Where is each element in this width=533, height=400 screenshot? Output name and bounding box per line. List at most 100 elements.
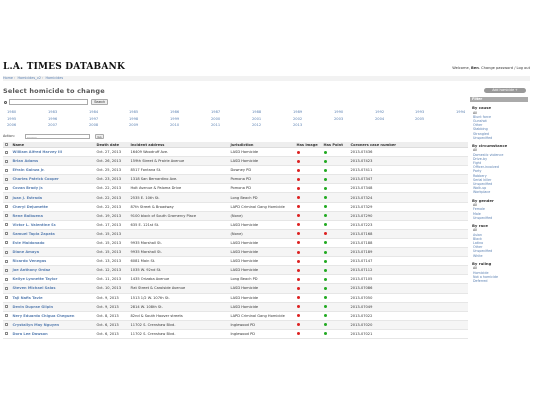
year-link[interactable]: 1986 <box>170 110 179 114</box>
row-checkbox[interactable] <box>4 150 8 154</box>
row-select[interactable] <box>3 311 11 321</box>
year-link[interactable]: 1990 <box>334 110 343 114</box>
row-select[interactable] <box>3 320 11 330</box>
year-link[interactable]: 1983 <box>48 110 57 114</box>
row-select[interactable] <box>3 202 11 212</box>
victim-name-link[interactable]: Nery Eduardo Chigua Cheguen <box>11 311 95 321</box>
year-link[interactable]: 2001 <box>252 117 261 121</box>
table-row[interactable]: William Alfred Harvey III Oct. 27, 2013 16… <box>3 147 468 158</box>
year-link[interactable]: 1997 <box>89 117 98 121</box>
year-link[interactable]: 2000 <box>211 117 220 121</box>
table-row[interactable]: Rene Balbuena Oct. 19, 2013 9100 block of … <box>3 211 468 221</box>
row-select[interactable] <box>3 156 11 167</box>
table-row[interactable]: Juan J. Estrada Oct. 22, 2013 2535 E. 10th… <box>3 192 468 203</box>
row-select[interactable] <box>3 302 11 312</box>
row-select[interactable] <box>3 211 11 221</box>
row-checkbox[interactable] <box>4 286 8 290</box>
year-link[interactable]: 1999 <box>170 117 179 121</box>
year-link[interactable]: 2012 <box>252 123 261 127</box>
table-row[interactable]: Cheryl Dejumette Oct. 22, 2013 87th Street… <box>3 202 468 212</box>
row-checkbox[interactable] <box>4 250 8 254</box>
row-checkbox[interactable] <box>4 159 8 163</box>
row-checkbox[interactable] <box>4 214 8 218</box>
year-link[interactable]: 1993 <box>415 110 424 114</box>
victim-name-link[interactable]: Rene Balbuena <box>11 211 95 221</box>
victim-name-link[interactable]: Brian Adams <box>11 156 95 167</box>
search-input[interactable] <box>9 99 88 105</box>
action-select[interactable]: --------- <box>25 134 90 139</box>
year-link[interactable]: 2003 <box>334 117 343 121</box>
table-row[interactable]: Ricardo Venegas Oct. 13, 2013 6081 Main St… <box>3 256 468 267</box>
table-row[interactable]: Charles Patrick Cooper Oct. 23, 2013 1318 … <box>3 174 468 185</box>
row-select[interactable] <box>3 247 11 258</box>
table-row[interactable]: Kellye Lynnette Taylor Oct. 11, 2013 1435 … <box>3 274 468 285</box>
victim-name-link[interactable]: Victor L. Valentine Sr. <box>11 220 95 230</box>
victim-name-link[interactable]: Cheryl Dejumette <box>11 202 95 212</box>
row-select[interactable] <box>3 183 11 194</box>
table-row[interactable]: Samuel Tapia Zapata Oct. 15, 2013 (None) 20… <box>3 229 468 239</box>
year-link[interactable]: 2011 <box>211 123 220 127</box>
year-link[interactable]: 2005 <box>415 117 424 121</box>
row-checkbox[interactable] <box>4 277 8 281</box>
year-link[interactable]: 1985 <box>129 110 138 114</box>
victim-name-link[interactable]: Joe Anthony Ordaz <box>11 265 95 276</box>
table-row[interactable]: Brian Adams Oct. 26, 2013 159th Street & P… <box>3 156 468 167</box>
filter-option[interactable]: Unspecified <box>473 216 528 220</box>
row-checkbox[interactable] <box>4 268 8 272</box>
table-row[interactable]: Steven Michael Salas Oct. 10, 2013 Fiat St… <box>3 283 468 294</box>
year-link[interactable]: 2004 <box>375 117 384 121</box>
add-homicide-button[interactable]: Add homicide + <box>484 88 526 93</box>
row-checkbox[interactable] <box>4 223 8 227</box>
year-link[interactable]: 2009 <box>129 123 138 127</box>
row-checkbox[interactable] <box>4 241 8 245</box>
victim-name-link[interactable]: Diane Amaya <box>11 247 95 258</box>
row-select[interactable] <box>3 293 11 303</box>
victim-name-link[interactable]: Dora Lee Dawson <box>11 329 95 339</box>
table-row[interactable]: Dora Lee Dawson Oct. 6, 2013 11702 S. Cren… <box>3 329 468 339</box>
table-row[interactable]: Covan Brady Jr. Oct. 22, 2013 Holt Avenue … <box>3 183 468 194</box>
victim-name-link[interactable]: Efrain Gainza Jr. <box>11 165 95 176</box>
year-link[interactable]: 1980 <box>7 110 16 114</box>
victim-name-link[interactable]: Kellye Lynnette Taylor <box>11 274 95 285</box>
table-row[interactable]: Nery Eduardo Chigua Cheguen Oct. 8, 2013 8… <box>3 311 468 321</box>
row-checkbox[interactable] <box>4 296 8 300</box>
row-select[interactable] <box>3 165 11 176</box>
table-row[interactable]: Taji Nafis Tavie Oct. 9, 2013 1513 1/2 W. … <box>3 293 468 303</box>
row-checkbox[interactable] <box>4 314 8 318</box>
search-button[interactable]: Search <box>91 99 108 105</box>
year-link[interactable]: 1998 <box>129 117 138 121</box>
breadcrumb-home[interactable]: Home <box>3 76 13 80</box>
filter-option[interactable]: Workplace <box>473 190 528 194</box>
row-select[interactable] <box>3 274 11 285</box>
year-link[interactable]: 2007 <box>48 123 57 127</box>
row-select[interactable] <box>3 147 11 158</box>
year-link[interactable]: 1994 <box>456 110 465 114</box>
year-link[interactable]: 1987 <box>211 110 220 114</box>
year-link[interactable]: 1992 <box>375 110 384 114</box>
row-checkbox[interactable] <box>4 259 8 263</box>
table-row[interactable]: Efrain Gainza Jr. Oct. 25, 2013 8517 Fonta… <box>3 165 468 176</box>
table-row[interactable]: Victor L. Valentine Sr. Oct. 17, 2013 635 … <box>3 220 468 230</box>
victim-name-link[interactable]: Steven Michael Salas <box>11 283 95 294</box>
filter-option[interactable]: White <box>473 254 528 258</box>
year-link[interactable]: 2006 <box>7 123 16 127</box>
row-checkbox[interactable] <box>4 332 8 336</box>
row-checkbox[interactable] <box>4 232 8 236</box>
row-select[interactable] <box>3 256 11 267</box>
select-all-checkbox[interactable] <box>4 143 8 146</box>
row-select[interactable] <box>3 265 11 276</box>
row-checkbox[interactable] <box>4 168 8 172</box>
databank-logo[interactable]: L.A. TIMES DATABANK <box>3 62 125 72</box>
row-select[interactable] <box>3 238 11 249</box>
breadcrumb-app[interactable]: Homicides_v2 <box>17 76 41 80</box>
filter-option[interactable]: Unspecified <box>473 136 528 140</box>
year-link[interactable]: 1995 <box>7 117 16 121</box>
row-select[interactable] <box>3 220 11 230</box>
row-checkbox[interactable] <box>4 196 8 200</box>
table-row[interactable]: Devin Duprae Gilpin Oct. 9, 2013 2814 W. 1… <box>3 302 468 312</box>
row-select[interactable] <box>3 329 11 339</box>
year-link[interactable]: 1996 <box>48 117 57 121</box>
victim-name-link[interactable]: Devin Duprae Gilpin <box>11 302 95 312</box>
year-link[interactable]: 2013 <box>293 123 302 127</box>
row-select[interactable] <box>3 174 11 185</box>
